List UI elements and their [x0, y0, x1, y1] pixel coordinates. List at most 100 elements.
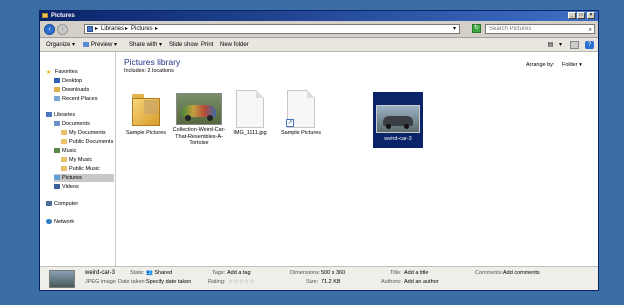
file-item-label: Collection-Weird-Car-That-Resembles-A-To…	[172, 127, 226, 146]
date-taken-value[interactable]: Specify date taken	[146, 279, 191, 286]
print-button[interactable]: Print	[201, 41, 213, 49]
arrange-by-label: Arrange by:	[526, 62, 555, 68]
nav-label: Documents	[62, 121, 90, 127]
state-value: 👥 Shared	[146, 270, 172, 277]
state-label: State:	[130, 270, 145, 276]
nav-label: Music	[62, 148, 77, 154]
nav-label: Recent Places	[62, 96, 98, 102]
star-icon: ★	[46, 70, 52, 76]
nav-recent-places[interactable]: Recent Places	[54, 95, 97, 103]
nav-videos[interactable]: Videos	[54, 183, 79, 191]
tags-value[interactable]: Add a tag	[227, 270, 251, 277]
nav-label: Favorites	[55, 69, 78, 75]
arrange-by-dropdown[interactable]: Folder ▾	[562, 62, 582, 68]
nav-label: Computer	[54, 201, 79, 207]
title-value[interactable]: Add a title	[404, 270, 428, 277]
refresh-button[interactable]: ↻	[472, 24, 481, 33]
libraries-icon	[46, 112, 52, 117]
nav-public-documents[interactable]: Public Documents	[61, 138, 113, 146]
details-pane: weird-car-3 JPEG image State: 👥 Shared D…	[40, 266, 598, 290]
pictures-icon	[54, 175, 60, 180]
size-value: 71.2 KB	[321, 279, 341, 285]
library-includes[interactable]: Includes: 2 locations	[124, 68, 174, 74]
preview-pane-icon[interactable]	[570, 41, 579, 49]
file-item[interactable]: Sample Pictures	[119, 90, 173, 137]
organize-button[interactable]: Organize ▾	[46, 41, 75, 49]
share-with-button[interactable]: Share with ▾	[129, 41, 162, 49]
nav-label: Desktop	[62, 78, 83, 84]
nav-downloads[interactable]: Downloads	[54, 86, 89, 94]
nav-label: My Music	[69, 157, 93, 163]
nav-libraries[interactable]: Libraries	[46, 111, 75, 119]
nav-network[interactable]: Network	[46, 218, 74, 226]
back-button[interactable]: ‹	[44, 24, 55, 35]
authors-label: Authors:	[381, 279, 402, 285]
dimensions-label: Dimensions:	[290, 270, 321, 276]
view-options-icon[interactable]: ▤	[546, 41, 555, 49]
window-title: Pictures	[51, 13, 75, 19]
details-thumbnail	[49, 270, 75, 288]
preview-icon	[83, 42, 89, 47]
search-input[interactable]	[489, 25, 579, 33]
rating-stars[interactable]: ☆☆☆☆☆	[228, 279, 255, 286]
network-icon	[46, 219, 52, 224]
file-item[interactable]: Collection-Weird-Car-That-Resembles-A-To…	[172, 90, 226, 147]
slide-show-button[interactable]: Slide show	[169, 41, 198, 49]
title-bar[interactable]: Pictures _ □ ×	[40, 11, 598, 21]
nav-music[interactable]: Music	[54, 147, 76, 155]
videos-icon	[54, 184, 60, 189]
downloads-icon	[54, 87, 60, 92]
image-thumbnail	[376, 105, 420, 133]
state-text: Shared	[154, 270, 173, 276]
folder-icon	[61, 130, 67, 135]
minimize-button[interactable]: _	[568, 12, 576, 19]
view-dropdown-icon[interactable]: ▾	[556, 41, 565, 49]
address-dropdown-icon[interactable]: ▾	[453, 26, 456, 33]
date-taken-label: Date taken:	[118, 279, 147, 285]
folder-icon	[61, 166, 67, 171]
nav-desktop[interactable]: Desktop	[54, 77, 82, 85]
preview-button[interactable]: Preview ▾	[83, 41, 117, 49]
folder-icon	[42, 13, 48, 18]
breadcrumb-separator[interactable]: ▸	[125, 26, 128, 33]
forward-button[interactable]: ›	[57, 24, 68, 35]
nav-label: Network	[54, 219, 75, 225]
folder-icon	[61, 157, 67, 162]
new-folder-button[interactable]: New folder	[220, 41, 249, 49]
help-icon[interactable]: ?	[585, 41, 594, 49]
maximize-button[interactable]: □	[577, 12, 585, 19]
folder-icon	[130, 90, 162, 128]
nav-favorites[interactable]: ★ Favorites	[46, 68, 78, 76]
nav-my-documents[interactable]: My Documents	[61, 129, 106, 137]
breadcrumb-libraries[interactable]: Libraries	[101, 26, 124, 33]
breadcrumb-separator[interactable]: ▸	[95, 26, 98, 33]
tags-label: Tags:	[212, 270, 226, 276]
nav-documents[interactable]: Documents	[54, 120, 90, 128]
file-item[interactable]: ↗ Sample Pictures	[274, 90, 328, 137]
authors-value[interactable]: Add an author	[404, 279, 439, 286]
desktop-icon	[54, 78, 60, 83]
rating-label: Rating:	[208, 279, 226, 285]
close-button[interactable]: ×	[587, 12, 595, 19]
breadcrumb-separator[interactable]: ▸	[155, 26, 158, 33]
comments-value[interactable]: Add comments	[503, 270, 540, 277]
computer-icon	[46, 201, 52, 206]
nav-computer[interactable]: Computer	[46, 200, 78, 208]
address-field[interactable]: ▸ Libraries ▸ Pictures ▸ ▾	[84, 24, 460, 34]
title-label: Title:	[390, 270, 402, 276]
breadcrumb-pictures[interactable]: Pictures	[131, 26, 153, 33]
shared-icon: 👥	[146, 270, 153, 276]
nav-label: Videos	[62, 184, 79, 190]
command-bar: Organize ▾ Preview ▾ Share with ▾ Slide …	[40, 38, 598, 52]
file-item-label: weird-car-3	[384, 136, 412, 142]
navigation-pane: ★ Favorites Desktop Downloads Recent Plac…	[40, 52, 116, 266]
file-item-selected[interactable]: weird-car-3	[373, 92, 423, 148]
nav-my-music[interactable]: My Music	[61, 156, 92, 164]
search-box[interactable]: ⌕	[485, 24, 595, 34]
nav-public-music[interactable]: Public Music	[61, 165, 100, 173]
nav-pictures[interactable]: Pictures	[54, 174, 114, 182]
file-item-label: IMG_1111.jpg	[233, 130, 267, 136]
search-icon[interactable]: ⌕	[589, 26, 592, 34]
file-item[interactable]: IMG_1111.jpg	[223, 90, 277, 137]
nav-label: My Documents	[69, 130, 106, 136]
